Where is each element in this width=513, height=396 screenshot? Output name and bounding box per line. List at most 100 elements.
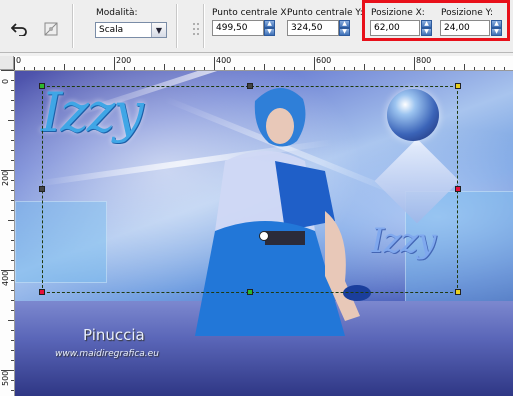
ruler-tick (11, 230, 14, 231)
ruler-tick (164, 64, 165, 70)
ruler-tick (11, 210, 14, 211)
mode-select[interactable]: Scala ▼ (95, 22, 167, 38)
chevron-down-icon[interactable]: ▼ (339, 28, 350, 36)
chevron-up-icon[interactable]: ▲ (264, 20, 275, 28)
ruler-tick (414, 57, 415, 70)
ruler-tick (434, 67, 435, 70)
ruler-label: 0 (16, 56, 22, 65)
ruler-label: 200 (1, 170, 10, 186)
corner-handle[interactable] (455, 289, 461, 295)
ruler-tick (144, 67, 145, 70)
ruler-tick (8, 220, 14, 221)
image-canvas[interactable]: Izzy Izzy Pinuccia www.maidiregrafica.eu (15, 71, 513, 396)
center-x-value: 499,50 (216, 23, 248, 33)
chevron-down-icon[interactable]: ▼ (264, 28, 275, 36)
ruler-tick (11, 140, 14, 141)
center-x-label: Punto centrale X: (212, 8, 290, 18)
ruler-tick (124, 67, 125, 70)
ruler-tick (394, 67, 395, 70)
edge-handle[interactable] (247, 289, 253, 295)
ruler-tick (314, 57, 315, 70)
toolbar-separator (176, 4, 178, 48)
ruler-tick (8, 120, 14, 121)
ruler-tick (11, 280, 14, 281)
ruler-tick (224, 67, 225, 70)
ruler-tick (11, 160, 14, 161)
ruler-label: 600 (316, 56, 332, 65)
ruler-tick (174, 67, 175, 70)
ruler-tick (24, 67, 25, 70)
toolbar-separator (72, 4, 74, 48)
ruler-tick (11, 240, 14, 241)
ruler-tick (404, 67, 405, 70)
ruler-tick (11, 150, 14, 151)
ruler-tick (64, 64, 65, 70)
ruler-tick (11, 300, 14, 301)
ruler-tick (114, 57, 115, 70)
center-x-field[interactable]: 499,50 (212, 20, 264, 36)
ruler-tick (14, 57, 15, 70)
ruler-tick (444, 67, 445, 70)
ruler-label: 200 (116, 56, 132, 65)
center-y-stepper[interactable]: ▲ ▼ (339, 20, 350, 36)
deformation-reset-icon[interactable] (40, 18, 62, 40)
ruler-tick (11, 360, 14, 361)
ruler-tick (11, 390, 14, 391)
ruler-tick (11, 310, 14, 311)
ruler-tick (44, 67, 45, 70)
center-y-value: 324,50 (291, 23, 323, 33)
ruler-tick (1, 170, 14, 171)
ruler-tick (324, 67, 325, 70)
ruler-tick (94, 67, 95, 70)
watermark-url: www.maidiregrafica.eu (55, 349, 159, 359)
watermark-name: Pinuccia (83, 326, 145, 344)
ruler-label: 800 (416, 56, 432, 65)
chevron-down-icon[interactable]: ▼ (151, 23, 166, 37)
center-x-stepper[interactable]: ▲ ▼ (264, 20, 275, 36)
ruler-tick (464, 64, 465, 70)
ruler-tick (264, 64, 265, 70)
ruler-label: 400 (216, 56, 232, 65)
ruler-tick (244, 67, 245, 70)
ruler-label: 500 (1, 370, 10, 386)
ruler-tick (74, 67, 75, 70)
edge-handle[interactable] (247, 83, 253, 89)
ruler-tick (284, 67, 285, 70)
ruler-horizontal: 0 200 400 600 800 (14, 56, 513, 71)
ruler-tick (374, 67, 375, 70)
center-y-field[interactable]: 324,50 (287, 20, 339, 36)
ruler-tick (34, 67, 35, 70)
ruler-tick (254, 67, 255, 70)
corner-handle[interactable] (39, 83, 45, 89)
corner-handle[interactable] (39, 289, 45, 295)
ruler-tick (54, 67, 55, 70)
ruler-tick (274, 67, 275, 70)
ruler-tick (364, 64, 365, 70)
ruler-tick (1, 70, 14, 71)
deform-selection-box[interactable] (42, 86, 458, 293)
corner-handle[interactable] (455, 83, 461, 89)
edge-handle[interactable] (39, 186, 45, 192)
ruler-tick (344, 67, 345, 70)
ruler-tick (294, 67, 295, 70)
ruler-tick (204, 67, 205, 70)
ruler-tick (154, 67, 155, 70)
ruler-tick (11, 350, 14, 351)
ruler-tick (494, 67, 495, 70)
ruler-tick (11, 250, 14, 251)
ruler-tick (11, 190, 14, 191)
ruler-tick (84, 67, 85, 70)
ruler-tick (1, 270, 14, 271)
ruler-tick (384, 67, 385, 70)
ruler-tick (11, 380, 14, 381)
ruler-tick (11, 200, 14, 201)
center-pivot-handle[interactable] (259, 231, 269, 241)
chevron-up-icon[interactable]: ▲ (339, 20, 350, 28)
mode-value: Scala (99, 25, 124, 35)
edge-handle[interactable] (455, 186, 461, 192)
undo-arrow-icon[interactable] (8, 18, 30, 40)
ruler-tick (354, 67, 355, 70)
ruler-tick (334, 67, 335, 70)
ruler-tick (11, 340, 14, 341)
ruler-tick (11, 260, 14, 261)
